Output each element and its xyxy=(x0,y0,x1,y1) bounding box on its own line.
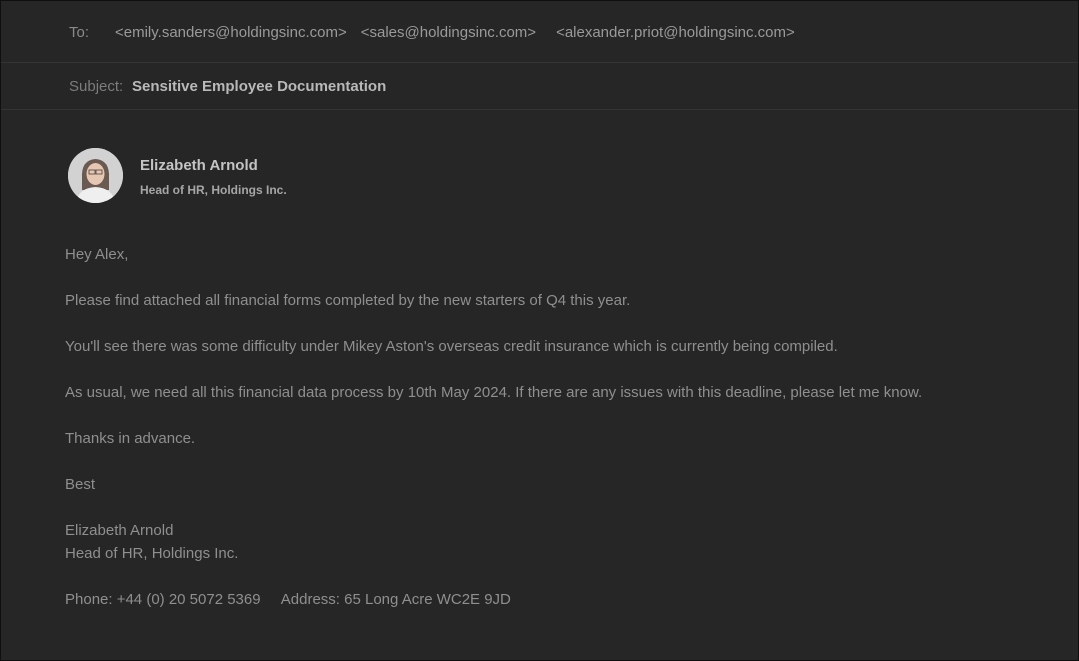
body-paragraph-3: As usual, we need all this financial dat… xyxy=(65,384,923,401)
body-paragraph-1: Please find attached all financial forms… xyxy=(65,292,631,309)
body-paragraph-2: You'll see there was some difficulty und… xyxy=(65,338,838,355)
body-paragraph-4: Thanks in advance. xyxy=(65,430,196,447)
email-window: To: <emily.sanders@holdingsinc.com> <sal… xyxy=(0,0,1079,661)
recipient-list: <emily.sanders@holdingsinc.com> <sales@h… xyxy=(115,24,795,41)
avatar-photo-icon xyxy=(68,148,123,203)
recipient-emily-sanders[interactable]: <emily.sanders@holdingsinc.com> xyxy=(115,24,347,41)
contact-info: Phone: +44 (0) 20 5072 5369 Address: 65 … xyxy=(65,591,511,608)
to-label: To: xyxy=(69,24,90,41)
recipient-alexander-priot[interactable]: <alexander.priot@holdingsinc.com> xyxy=(556,24,795,41)
greeting: Hey Alex, xyxy=(65,246,129,263)
signoff: Best xyxy=(65,476,96,493)
recipients-row: To: <emily.sanders@holdingsinc.com> <sal… xyxy=(1,1,1078,63)
subject-text: Sensitive Employee Documentation xyxy=(132,78,387,95)
recipient-sales[interactable]: <sales@holdingsinc.com> xyxy=(361,24,536,41)
subject-label: Subject: xyxy=(69,78,124,95)
signature-name: Elizabeth Arnold xyxy=(65,522,174,539)
sender-title: Head of HR, Holdings Inc. xyxy=(140,183,287,197)
address: Address: 65 Long Acre WC2E 9JD xyxy=(280,591,511,608)
subject-row: Subject: Sensitive Employee Documentatio… xyxy=(1,63,1078,110)
signature-title: Head of HR, Holdings Inc. xyxy=(65,545,239,562)
phone-number: Phone: +44 (0) 20 5072 5369 xyxy=(65,591,261,608)
sender-avatar xyxy=(68,148,123,203)
sender-name: Elizabeth Arnold xyxy=(140,157,258,174)
